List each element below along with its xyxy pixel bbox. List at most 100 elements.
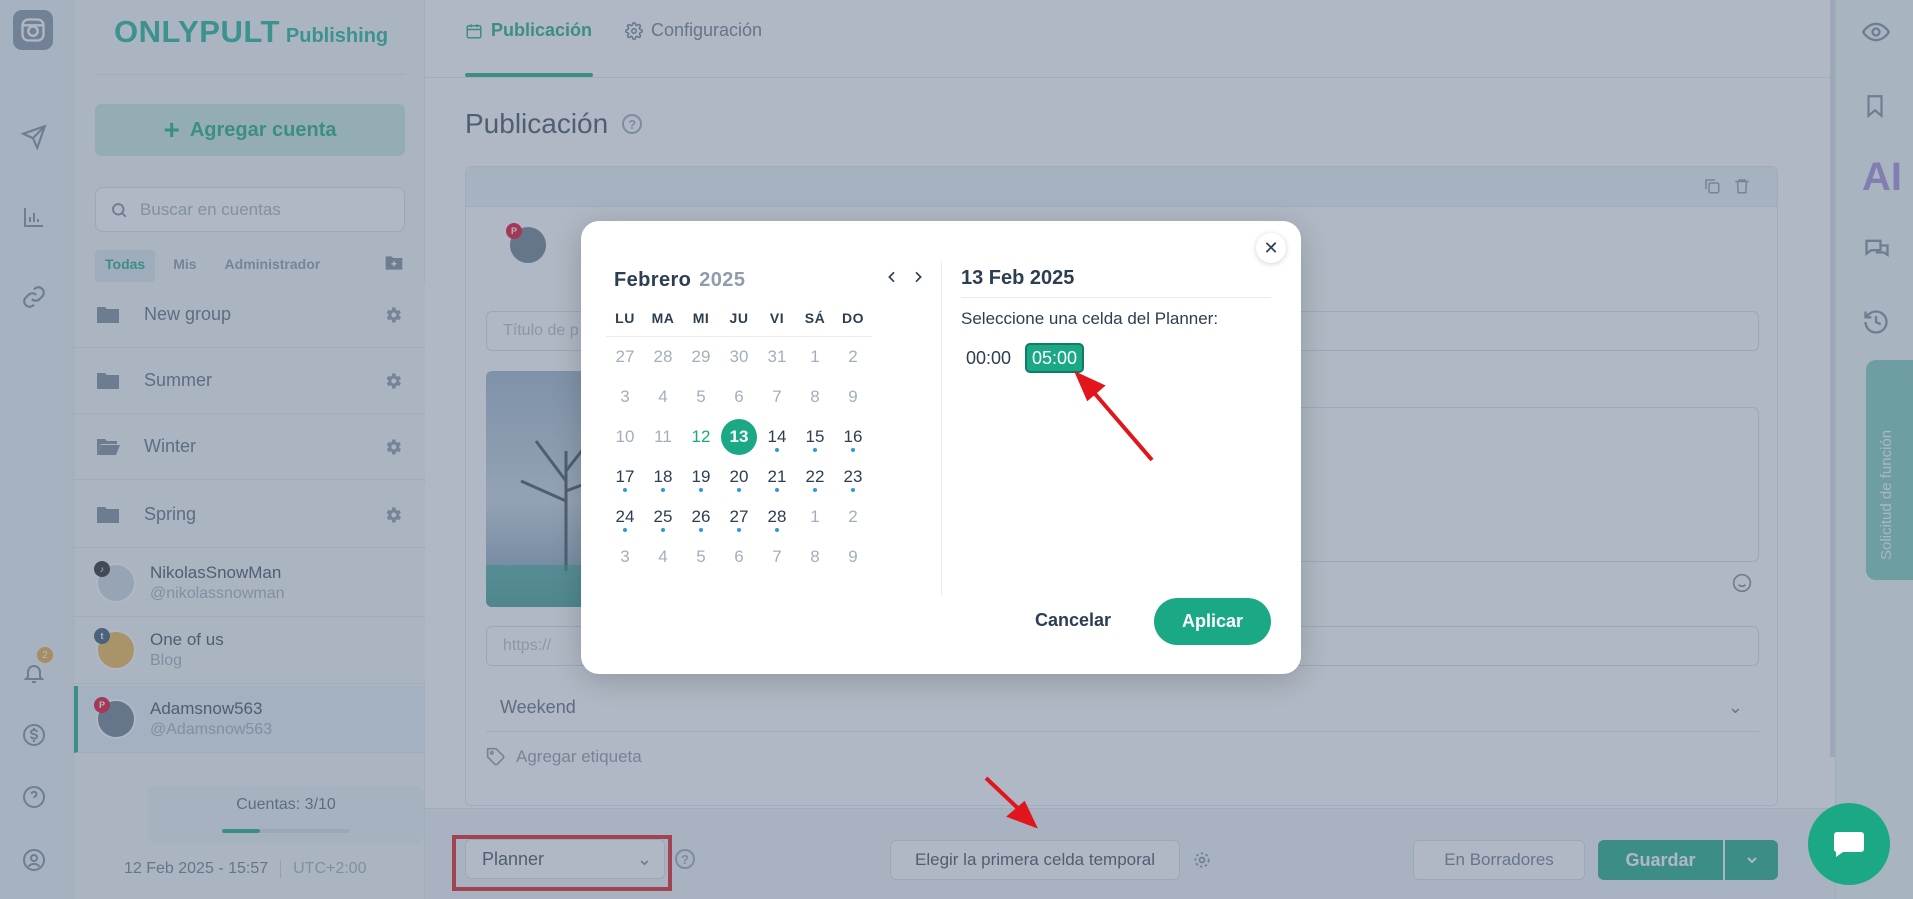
time-slot[interactable]: 00:00 bbox=[961, 343, 1016, 373]
day-number: 27 bbox=[615, 347, 635, 366]
calendar-day[interactable]: 31 bbox=[758, 347, 796, 367]
apply-button[interactable]: Aplicar bbox=[1154, 598, 1271, 645]
calendar-day[interactable]: 10 bbox=[606, 427, 644, 447]
calendar-day[interactable]: 25 bbox=[644, 507, 682, 527]
day-number: 9 bbox=[848, 547, 858, 566]
day-number: 2 bbox=[848, 347, 858, 366]
day-number: 25 bbox=[653, 507, 673, 526]
calendar-day[interactable]: 8 bbox=[796, 387, 834, 407]
calendar-day[interactable]: 2 bbox=[834, 507, 872, 527]
day-number: 6 bbox=[734, 547, 744, 566]
weekday-label: SÁ bbox=[804, 309, 826, 326]
chat-icon bbox=[1833, 832, 1864, 857]
calendar-grid: LU MA MI JU VI SÁ DO 27 28 29 30 31 1 2 3 4 5 6 7 8 9 10 11 12 1… bbox=[606, 299, 872, 577]
calendar-day[interactable]: 11 bbox=[644, 427, 682, 447]
weekday-label: JU bbox=[729, 309, 749, 326]
calendar-day[interactable]: 5 bbox=[682, 387, 720, 407]
day-number: 29 bbox=[691, 347, 711, 366]
calendar-day[interactable]: 2 bbox=[834, 347, 872, 367]
calendar-day[interactable]: 28 bbox=[644, 347, 682, 367]
calendar-day[interactable]: 6 bbox=[720, 387, 758, 407]
calendar-day[interactable]: 6 bbox=[720, 547, 758, 567]
calendar-day[interactable]: 9 bbox=[834, 547, 872, 567]
day-number: 2 bbox=[848, 507, 858, 526]
calendar-day[interactable]: 3 bbox=[606, 547, 644, 567]
day-number: 28 bbox=[653, 347, 673, 366]
calendar-day[interactable]: 15 bbox=[796, 427, 834, 447]
calendar-day[interactable]: 12 bbox=[682, 427, 720, 447]
day-number: 27 bbox=[729, 507, 749, 526]
calendar-day[interactable]: 19 bbox=[682, 467, 720, 487]
calendar-day[interactable]: 26 bbox=[682, 507, 720, 527]
weekday-label: MI bbox=[692, 309, 710, 326]
calendar-week: 24 25 26 27 28 1 2 bbox=[606, 497, 872, 537]
day-number: 4 bbox=[658, 387, 668, 406]
calendar-day[interactable]: 27 bbox=[606, 347, 644, 367]
day-number: 12 bbox=[691, 427, 711, 446]
day-number: 1 bbox=[810, 347, 820, 366]
calendar-day[interactable]: 7 bbox=[758, 547, 796, 567]
calendar-day[interactable]: 29 bbox=[682, 347, 720, 367]
calendar-day[interactable]: 5 bbox=[682, 547, 720, 567]
calendar-day[interactable]: 3 bbox=[606, 387, 644, 407]
calendar-day[interactable]: 4 bbox=[644, 547, 682, 567]
calendar-day[interactable]: 7 bbox=[758, 387, 796, 407]
calendar-week: 10 11 12 13 14 15 16 bbox=[606, 417, 872, 457]
day-number: 28 bbox=[767, 507, 787, 526]
day-number: 13 bbox=[721, 419, 757, 455]
day-number: 16 bbox=[843, 427, 863, 446]
calendar-week: 17 18 19 20 21 22 23 bbox=[606, 457, 872, 497]
day-number: 30 bbox=[729, 347, 749, 366]
calendar-day[interactable]: 24 bbox=[606, 507, 644, 527]
calendar-header: Febrero 2025 bbox=[614, 269, 745, 292]
day-number: 23 bbox=[843, 467, 863, 486]
day-number: 10 bbox=[615, 427, 635, 446]
calendar-week: 3 4 5 6 7 8 9 bbox=[606, 377, 872, 417]
calendar-week: 27 28 29 30 31 1 2 bbox=[606, 337, 872, 377]
day-number: 8 bbox=[810, 547, 820, 566]
chevron-left-icon[interactable] bbox=[884, 267, 900, 287]
calendar-day[interactable]: 16 bbox=[834, 427, 872, 447]
day-number: 26 bbox=[691, 507, 711, 526]
calendar-day[interactable]: 8 bbox=[796, 547, 834, 567]
time-slot-selected[interactable]: 05:00 bbox=[1025, 343, 1085, 373]
day-number: 3 bbox=[620, 547, 630, 566]
chevron-right-icon[interactable] bbox=[910, 267, 926, 287]
day-number: 18 bbox=[653, 467, 673, 486]
calendar-day[interactable]: 17 bbox=[606, 467, 644, 487]
day-number: 7 bbox=[772, 547, 782, 566]
day-number: 8 bbox=[810, 387, 820, 406]
day-number: 1 bbox=[810, 507, 820, 526]
calendar-day[interactable]: 30 bbox=[720, 347, 758, 367]
day-number: 6 bbox=[734, 387, 744, 406]
calendar-day-selected[interactable]: 13 bbox=[720, 419, 758, 455]
calendar-day[interactable]: 28 bbox=[758, 507, 796, 527]
calendar-day[interactable]: 27 bbox=[720, 507, 758, 527]
day-number: 17 bbox=[615, 467, 635, 486]
day-number: 9 bbox=[848, 387, 858, 406]
day-number: 20 bbox=[729, 467, 749, 486]
close-button[interactable]: ✕ bbox=[1256, 233, 1286, 263]
calendar-day[interactable]: 22 bbox=[796, 467, 834, 487]
calendar-day[interactable]: 4 bbox=[644, 387, 682, 407]
calendar-week: 3 4 5 6 7 8 9 bbox=[606, 537, 872, 577]
calendar-day[interactable]: 20 bbox=[720, 467, 758, 487]
weekday-label: MA bbox=[651, 309, 675, 326]
weekday-label: DO bbox=[842, 309, 864, 326]
weekday-header-row: LU MA MI JU VI SÁ DO bbox=[606, 299, 872, 337]
calendar-day[interactable]: 1 bbox=[796, 507, 834, 527]
day-number: 24 bbox=[615, 507, 635, 526]
day-number: 7 bbox=[772, 387, 782, 406]
calendar-day[interactable]: 18 bbox=[644, 467, 682, 487]
chat-support-button[interactable] bbox=[1808, 803, 1890, 885]
cancel-button[interactable]: Cancelar bbox=[1021, 598, 1125, 642]
day-number: 31 bbox=[767, 347, 787, 366]
calendar-day[interactable]: 9 bbox=[834, 387, 872, 407]
selected-date: 13 Feb 2025 bbox=[961, 267, 1075, 289]
calendar-day[interactable]: 23 bbox=[834, 467, 872, 487]
calendar-year: 2025 bbox=[699, 269, 746, 291]
calendar-day[interactable]: 21 bbox=[758, 467, 796, 487]
calendar-day[interactable]: 1 bbox=[796, 347, 834, 367]
calendar-day[interactable]: 14 bbox=[758, 427, 796, 447]
day-number: 15 bbox=[805, 427, 825, 446]
